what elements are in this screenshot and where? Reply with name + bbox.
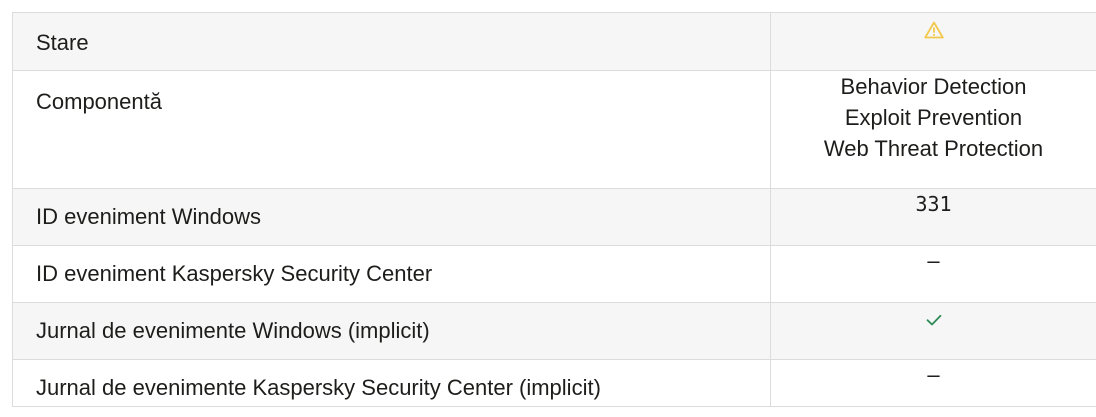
row-value <box>770 12 1096 71</box>
event-id-value: 331 <box>915 192 952 216</box>
row-value: – <box>770 359 1096 407</box>
row-value: – <box>770 245 1096 303</box>
row-value <box>770 302 1096 360</box>
table-row-ksc-event-log: Jurnal de evenimente Kaspersky Security … <box>12 359 1096 407</box>
event-properties-page: Stare Componentă Behavior Detection Expl… <box>0 0 1096 417</box>
component-name: Web Threat Protection <box>823 136 1044 161</box>
checkmark-icon <box>926 315 941 326</box>
row-value: 331 <box>770 188 1096 246</box>
table-row-windows-event-log: Jurnal de evenimente Windows (implicit) <box>12 302 1096 360</box>
warning-triangle-icon <box>923 21 944 39</box>
table-row-ksc-event-id: ID eveniment Kaspersky Security Center – <box>12 245 1096 303</box>
row-value: Behavior Detection Exploit Prevention We… <box>770 70 1096 189</box>
row-label: ID eveniment Kaspersky Security Center <box>12 245 771 303</box>
component-name: Exploit Prevention <box>844 105 1023 130</box>
row-label: ID eveniment Windows <box>12 188 771 246</box>
empty-value-dash: – <box>927 362 940 387</box>
table-row-component: Componentă Behavior Detection Exploit Pr… <box>12 70 1096 189</box>
table-row-windows-event-id: ID eveniment Windows 331 <box>12 188 1096 246</box>
event-properties-table: Stare Componentă Behavior Detection Expl… <box>12 12 1096 407</box>
table-row-status: Stare <box>12 12 1096 71</box>
row-label: Componentă <box>12 70 771 189</box>
empty-value-dash: – <box>927 248 940 273</box>
row-label: Stare <box>12 12 771 71</box>
row-label: Jurnal de evenimente Windows (implicit) <box>12 302 771 360</box>
row-label: Jurnal de evenimente Kaspersky Security … <box>12 359 771 407</box>
component-name: Behavior Detection <box>840 74 1027 99</box>
